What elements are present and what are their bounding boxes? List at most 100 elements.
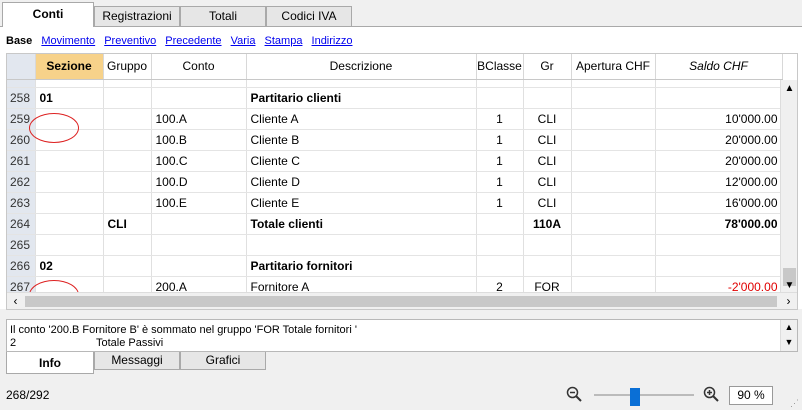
cell-descrizione[interactable]: Cliente B bbox=[246, 129, 477, 151]
cell-bclasse[interactable] bbox=[476, 234, 524, 256]
cell-descrizione[interactable]: Partitario clienti bbox=[246, 87, 477, 109]
cell-conto[interactable]: 100.E bbox=[151, 192, 247, 214]
cell-conto[interactable]: 100.A bbox=[151, 108, 247, 130]
cell-apertura[interactable] bbox=[571, 150, 656, 172]
cell-saldo[interactable]: 20'000.00 bbox=[655, 129, 783, 151]
cell-gruppo[interactable] bbox=[103, 108, 152, 130]
horizontal-scrollbar[interactable]: ‹ › bbox=[7, 292, 797, 309]
cell-gr[interactable] bbox=[523, 234, 572, 256]
cell-apertura[interactable] bbox=[571, 129, 656, 151]
cell-bclasse[interactable]: 1 bbox=[476, 108, 524, 130]
table-row[interactable]: 263 100.E Cliente E 1 CLI 16'000.00 bbox=[7, 192, 783, 214]
cell-conto[interactable]: 100.C bbox=[151, 150, 247, 172]
cell-saldo[interactable]: 10'000.00 bbox=[655, 108, 783, 130]
cell-conto[interactable] bbox=[151, 234, 247, 256]
accounts-table[interactable]: Sezione Gruppo Conto Descrizione BClasse… bbox=[6, 53, 798, 310]
zoom-slider[interactable] bbox=[594, 386, 694, 406]
cell-conto[interactable] bbox=[151, 213, 247, 235]
zoom-out-icon[interactable] bbox=[566, 386, 582, 402]
table-row[interactable]: 262 100.D Cliente D 1 CLI 12'000.00 bbox=[7, 171, 783, 193]
cell-sezione[interactable] bbox=[35, 213, 104, 235]
cell-gruppo[interactable]: CLI bbox=[103, 213, 152, 235]
cell-gr[interactable]: CLI bbox=[523, 171, 572, 193]
cell-apertura[interactable] bbox=[571, 87, 656, 109]
view-base[interactable]: Base bbox=[6, 35, 32, 47]
cell-sezione[interactable] bbox=[35, 192, 104, 214]
cell-sezione[interactable]: 01 bbox=[35, 87, 104, 109]
cell-saldo[interactable] bbox=[655, 255, 783, 277]
cell-sezione[interactable] bbox=[35, 129, 104, 151]
cell-apertura[interactable] bbox=[571, 108, 656, 130]
horizontal-scroll-thumb[interactable] bbox=[25, 296, 777, 307]
cell-gr[interactable]: CLI bbox=[523, 150, 572, 172]
scroll-left-icon[interactable]: ‹ bbox=[7, 293, 24, 309]
cell-sezione[interactable] bbox=[35, 150, 104, 172]
cell-saldo[interactable]: 16'000.00 bbox=[655, 192, 783, 214]
cell-gr[interactable]: CLI bbox=[523, 192, 572, 214]
header-conto[interactable]: Conto bbox=[151, 54, 247, 80]
cell-sezione[interactable] bbox=[35, 171, 104, 193]
cell-gr[interactable]: CLI bbox=[523, 108, 572, 130]
table-row[interactable]: 264 CLI Totale clienti 110A 78'000.00 bbox=[7, 213, 783, 235]
tab-info[interactable]: Info bbox=[6, 352, 94, 374]
cell-gruppo[interactable] bbox=[103, 255, 152, 277]
cell-bclasse[interactable] bbox=[476, 213, 524, 235]
table-row[interactable]: 258 01 Partitario clienti bbox=[7, 87, 783, 109]
header-bclasse[interactable]: BClasse bbox=[476, 54, 524, 80]
cell-gr[interactable]: CLI bbox=[523, 129, 572, 151]
cell-apertura[interactable] bbox=[571, 234, 656, 256]
cell-conto[interactable] bbox=[151, 87, 247, 109]
cell-gruppo[interactable] bbox=[103, 129, 152, 151]
cell-descrizione[interactable]: Cliente A bbox=[246, 108, 477, 130]
table-row[interactable]: 260 100.B Cliente B 1 CLI 20'000.00 bbox=[7, 129, 783, 151]
view-precedente[interactable]: Precedente bbox=[165, 35, 221, 47]
cell-saldo[interactable] bbox=[655, 87, 783, 109]
scroll-right-icon[interactable]: › bbox=[780, 293, 797, 309]
cell-sezione[interactable] bbox=[35, 234, 104, 256]
cell-bclasse[interactable]: 1 bbox=[476, 171, 524, 193]
cell-bclasse[interactable] bbox=[476, 255, 524, 277]
view-movimento[interactable]: Movimento bbox=[41, 35, 95, 47]
header-saldo[interactable]: Saldo CHF bbox=[655, 54, 783, 80]
header-descrizione[interactable]: Descrizione bbox=[246, 54, 477, 80]
zoom-in-icon[interactable] bbox=[703, 386, 719, 402]
view-preventivo[interactable]: Preventivo bbox=[104, 35, 156, 47]
table-row[interactable]: 261 100.C Cliente C 1 CLI 20'000.00 bbox=[7, 150, 783, 172]
cell-conto[interactable]: 100.B bbox=[151, 129, 247, 151]
cell-descrizione[interactable]: Totale clienti bbox=[246, 213, 477, 235]
cell-descrizione[interactable]: Cliente C bbox=[246, 150, 477, 172]
table-row[interactable]: 265 bbox=[7, 234, 783, 256]
zoom-slider-thumb[interactable] bbox=[630, 388, 640, 406]
cell-saldo[interactable]: 12'000.00 bbox=[655, 171, 783, 193]
cell-gruppo[interactable] bbox=[103, 171, 152, 193]
cell-gruppo[interactable] bbox=[103, 87, 152, 109]
table-row[interactable]: 259 100.A Cliente A 1 CLI 10'000.00 bbox=[7, 108, 783, 130]
vertical-scrollbar[interactable]: ▲ ▼ bbox=[780, 80, 797, 294]
zoom-level-field[interactable]: 90 % bbox=[729, 386, 773, 405]
tab-grafici[interactable]: Grafici bbox=[180, 352, 266, 370]
scroll-up-icon[interactable]: ▲ bbox=[781, 80, 797, 97]
cell-conto[interactable]: 100.D bbox=[151, 171, 247, 193]
cell-apertura[interactable] bbox=[571, 192, 656, 214]
header-gr[interactable]: Gr bbox=[523, 54, 572, 80]
cell-bclasse[interactable]: 1 bbox=[476, 192, 524, 214]
cell-gruppo[interactable] bbox=[103, 192, 152, 214]
tab-registrazioni[interactable]: Registrazioni bbox=[94, 6, 180, 26]
cell-saldo[interactable]: 78'000.00 bbox=[655, 213, 783, 235]
cell-sezione[interactable] bbox=[35, 108, 104, 130]
cell-apertura[interactable] bbox=[571, 255, 656, 277]
cell-gr[interactable] bbox=[523, 255, 572, 277]
cell-bclasse[interactable] bbox=[476, 87, 524, 109]
header-apertura[interactable]: Apertura CHF bbox=[571, 54, 656, 80]
cell-bclasse[interactable]: 1 bbox=[476, 150, 524, 172]
cell-sezione[interactable]: 02 bbox=[35, 255, 104, 277]
tab-codici-iva[interactable]: Codici IVA bbox=[266, 6, 352, 26]
cell-bclasse[interactable]: 1 bbox=[476, 129, 524, 151]
cell-descrizione[interactable]: Cliente E bbox=[246, 192, 477, 214]
view-indirizzo[interactable]: Indirizzo bbox=[312, 35, 353, 47]
cell-gruppo[interactable] bbox=[103, 234, 152, 256]
cell-descrizione[interactable]: Partitario fornitori bbox=[246, 255, 477, 277]
tab-totali[interactable]: Totali bbox=[180, 6, 266, 26]
info-scrollbar[interactable]: ▲ ▼ bbox=[780, 320, 797, 351]
cell-gr[interactable] bbox=[523, 87, 572, 109]
